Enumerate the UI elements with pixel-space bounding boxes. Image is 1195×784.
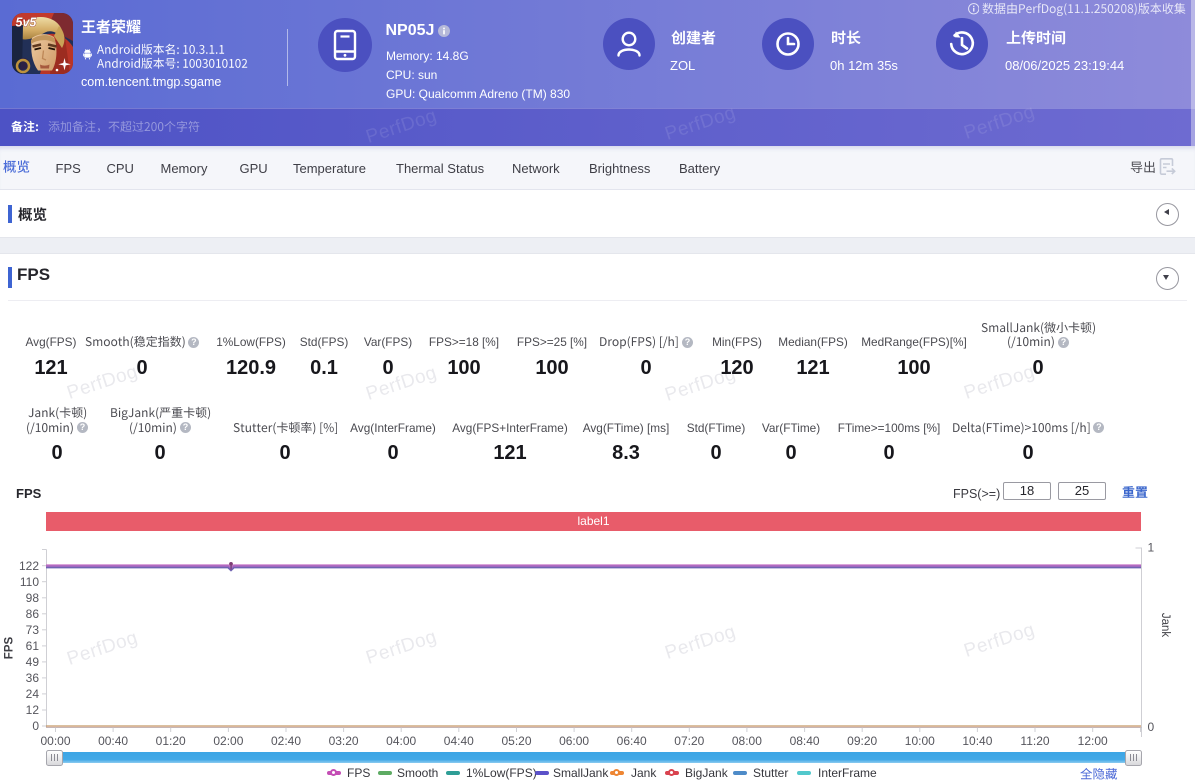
svg-text:07:20: 07:20 bbox=[674, 734, 704, 748]
svg-text:0: 0 bbox=[1148, 720, 1155, 734]
svg-text:5v5: 5v5 bbox=[16, 16, 38, 30]
svg-text:06:40: 06:40 bbox=[617, 734, 647, 748]
svg-text:Jank: Jank bbox=[1159, 613, 1171, 638]
svg-text:73: 73 bbox=[26, 623, 40, 637]
svg-text:12: 12 bbox=[26, 703, 40, 717]
svg-text:09:20: 09:20 bbox=[847, 734, 877, 748]
svg-text:0: 0 bbox=[32, 719, 39, 733]
svg-text:08:40: 08:40 bbox=[790, 734, 820, 748]
svg-text:36: 36 bbox=[26, 671, 40, 685]
svg-text:122: 122 bbox=[19, 559, 39, 573]
svg-text:61: 61 bbox=[26, 639, 40, 653]
svg-text:1: 1 bbox=[1148, 541, 1155, 555]
svg-text:02:40: 02:40 bbox=[271, 734, 301, 748]
svg-text:02:00: 02:00 bbox=[213, 734, 243, 748]
svg-text:12:00: 12:00 bbox=[1078, 734, 1108, 748]
svg-text:01:20: 01:20 bbox=[156, 734, 186, 748]
svg-text:24: 24 bbox=[26, 687, 40, 701]
svg-text:06:00: 06:00 bbox=[559, 734, 589, 748]
svg-text:FPS: FPS bbox=[4, 636, 16, 659]
svg-text:08:00: 08:00 bbox=[732, 734, 762, 748]
svg-text:11:20: 11:20 bbox=[1020, 734, 1049, 748]
svg-text:98: 98 bbox=[26, 591, 40, 605]
svg-text:04:40: 04:40 bbox=[444, 734, 474, 748]
svg-text:86: 86 bbox=[26, 607, 40, 621]
svg-text:49: 49 bbox=[26, 655, 40, 669]
svg-text:00:40: 00:40 bbox=[98, 734, 128, 748]
svg-text:04:00: 04:00 bbox=[386, 734, 416, 748]
svg-text:00:00: 00:00 bbox=[40, 734, 70, 748]
svg-text:110: 110 bbox=[20, 575, 39, 589]
svg-text:05:20: 05:20 bbox=[501, 734, 531, 748]
svg-text:10:00: 10:00 bbox=[905, 734, 935, 748]
svg-text:10:40: 10:40 bbox=[962, 734, 992, 748]
svg-text:03:20: 03:20 bbox=[329, 734, 359, 748]
